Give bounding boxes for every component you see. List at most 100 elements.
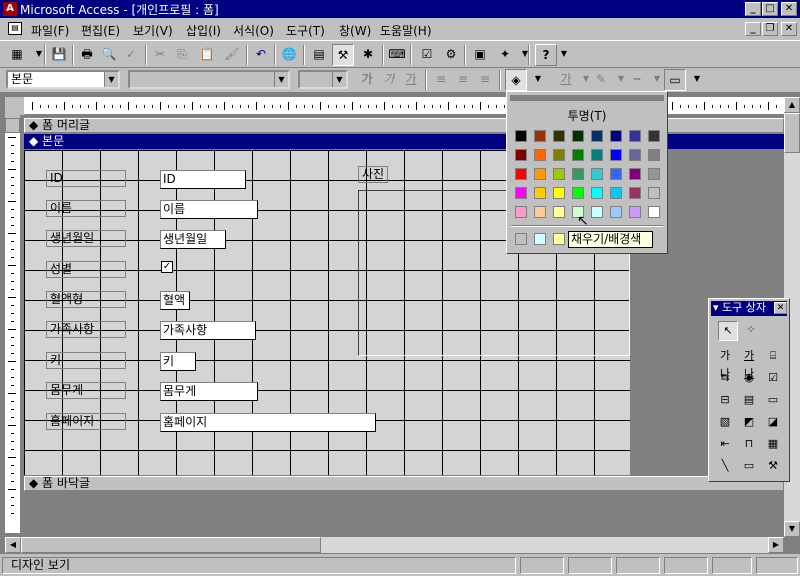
- color-swatch[interactable]: [534, 206, 546, 218]
- color-swatch[interactable]: [572, 149, 584, 161]
- checkbox-tool-icon[interactable]: ☑: [763, 369, 783, 389]
- new-object-dropdown-icon[interactable]: ▼: [514, 44, 536, 66]
- command-button-icon[interactable]: ▭: [763, 391, 783, 411]
- checkbox-gender[interactable]: ✓: [161, 261, 173, 273]
- fill-color-dropdown-icon[interactable]: ▼: [527, 69, 549, 91]
- format-painter-icon[interactable]: 🖌: [221, 44, 243, 66]
- color-swatch[interactable]: [629, 149, 641, 161]
- line-color-icon[interactable]: ✎: [590, 69, 612, 91]
- toggle-button-icon[interactable]: ⇆: [715, 369, 735, 389]
- recent-color-swatch[interactable]: [553, 233, 565, 245]
- print-preview-icon[interactable]: 🔍: [98, 44, 120, 66]
- menu-window[interactable]: 창(W): [339, 22, 371, 39]
- print-icon[interactable]: 🖶: [76, 44, 98, 66]
- code-icon[interactable]: ⌨: [386, 44, 408, 66]
- color-swatch[interactable]: [515, 206, 527, 218]
- color-swatch[interactable]: [572, 168, 584, 180]
- label-homepage[interactable]: 홈페이지: [46, 413, 126, 430]
- undo-icon[interactable]: ↶: [250, 44, 272, 66]
- ruler-corner[interactable]: [5, 97, 24, 115]
- help-dropdown-icon[interactable]: ▼: [553, 44, 575, 66]
- color-swatch[interactable]: [553, 168, 565, 180]
- menu-view[interactable]: 보기(V): [133, 22, 173, 39]
- label-name[interactable]: 이름: [46, 200, 126, 217]
- label-gender[interactable]: 성별: [46, 261, 126, 278]
- align-right-icon[interactable]: ≡: [474, 69, 496, 91]
- textbox-height[interactable]: 키: [160, 352, 196, 371]
- listbox-tool-icon[interactable]: ▤: [739, 391, 759, 411]
- color-swatch[interactable]: [648, 168, 660, 180]
- font-size-combo[interactable]: ▼: [298, 70, 348, 89]
- color-swatch[interactable]: [591, 130, 603, 142]
- doc-minimize-button[interactable]: _: [745, 22, 761, 36]
- label-tool[interactable]: 가나: [715, 347, 735, 380]
- new-object-icon[interactable]: ✦: [494, 44, 516, 66]
- special-effect-dropdown-icon[interactable]: ▼: [686, 69, 708, 91]
- unbound-object-icon[interactable]: ◩: [739, 413, 759, 433]
- page-break-icon[interactable]: ⇤: [715, 435, 735, 455]
- align-center-icon[interactable]: ≡: [452, 69, 474, 91]
- menu-insert[interactable]: 삽입(I): [186, 22, 221, 39]
- underline-button[interactable]: 가: [400, 69, 422, 91]
- menu-edit[interactable]: 편집(E): [81, 22, 120, 39]
- minimize-button[interactable]: _: [745, 2, 761, 16]
- color-swatch[interactable]: [648, 130, 660, 142]
- tab-control-icon[interactable]: ⊓: [739, 435, 759, 455]
- option-group-icon[interactable]: ⌸: [763, 347, 783, 367]
- label-photo[interactable]: 사진: [358, 166, 388, 183]
- rectangle-tool-icon[interactable]: ▭: [739, 457, 759, 477]
- object-combo[interactable]: 본문 ▼: [6, 70, 120, 89]
- fill-color-icon[interactable]: ◈: [505, 69, 527, 91]
- color-swatch[interactable]: [629, 130, 641, 142]
- subform-icon[interactable]: ▦: [763, 435, 783, 455]
- align-left-icon[interactable]: ≡: [430, 69, 452, 91]
- label-weight[interactable]: 몸무게: [46, 382, 126, 399]
- copy-icon[interactable]: ⎘: [171, 44, 193, 66]
- form-footer-bar[interactable]: ◆ 폼 바닥글: [24, 476, 784, 491]
- special-effect-icon[interactable]: ▭: [664, 69, 686, 91]
- color-swatch[interactable]: [534, 149, 546, 161]
- color-swatch[interactable]: [572, 187, 584, 199]
- cut-icon[interactable]: ✂: [149, 44, 171, 66]
- color-swatch[interactable]: [553, 187, 565, 199]
- color-swatch[interactable]: [534, 187, 546, 199]
- color-swatch[interactable]: [610, 206, 622, 218]
- select-objects-icon[interactable]: ↖: [718, 321, 738, 341]
- textbox-bloodtype[interactable]: 혈액: [160, 291, 190, 310]
- color-swatch[interactable]: [648, 187, 660, 199]
- color-swatch[interactable]: [610, 187, 622, 199]
- menu-file[interactable]: 파일(F): [31, 22, 69, 39]
- close-button[interactable]: ✕: [781, 2, 797, 16]
- menu-tools[interactable]: 도구(T): [286, 22, 325, 39]
- textbox-weight[interactable]: 몸무게: [160, 382, 258, 401]
- more-controls-icon[interactable]: ⚒: [763, 457, 783, 477]
- label-family[interactable]: 가족사항: [46, 321, 126, 338]
- textbox-name[interactable]: 이름: [160, 200, 258, 219]
- color-swatch[interactable]: [534, 168, 546, 180]
- color-swatch[interactable]: [591, 149, 603, 161]
- color-swatch[interactable]: [534, 130, 546, 142]
- recent-color-swatch[interactable]: [515, 233, 527, 245]
- build-icon[interactable]: ⚙: [440, 44, 462, 66]
- maximize-button[interactable]: □: [762, 2, 778, 16]
- font-name-combo[interactable]: ▼: [128, 70, 290, 89]
- save-icon[interactable]: 💾: [48, 44, 70, 66]
- color-swatch[interactable]: [629, 206, 641, 218]
- hyperlink-icon[interactable]: 🌐: [278, 44, 300, 66]
- menu-help[interactable]: 도움말(H): [380, 22, 432, 39]
- form-header-bar[interactable]: ◆ 폼 머리글: [24, 118, 784, 133]
- textbox-id[interactable]: ID: [160, 170, 246, 189]
- color-swatch[interactable]: [610, 168, 622, 180]
- bold-button[interactable]: 가: [356, 69, 378, 91]
- color-swatch[interactable]: [515, 149, 527, 161]
- form-window-icon[interactable]: ▤: [8, 22, 22, 35]
- spelling-icon[interactable]: ✓: [120, 44, 142, 66]
- color-swatch[interactable]: [553, 130, 565, 142]
- color-swatch[interactable]: [629, 168, 641, 180]
- label-birthdate[interactable]: 생년월일: [46, 230, 126, 247]
- menu-format[interactable]: 서식(O): [233, 22, 274, 39]
- textbox-birthdate[interactable]: 생년월일: [160, 230, 226, 249]
- image-tool-icon[interactable]: ▧: [715, 413, 735, 433]
- doc-close-button[interactable]: ✕: [781, 22, 797, 36]
- transparent-option[interactable]: 투명(T): [507, 107, 667, 124]
